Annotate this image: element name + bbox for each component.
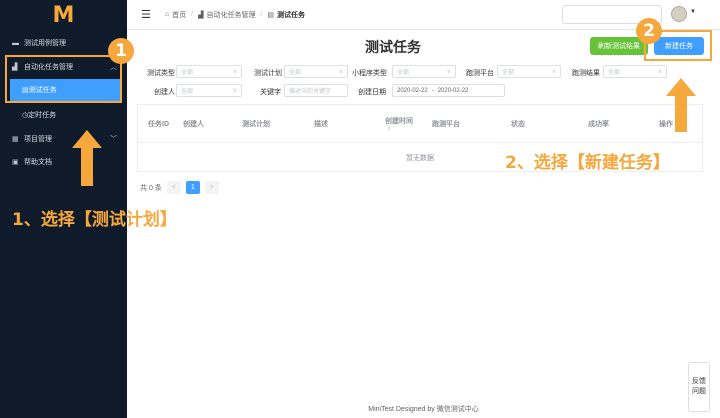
input-placeholder: 描述中的关键字 [289, 89, 332, 95]
date-range-picker[interactable]: 2020-02-22 - 2020-02-22 [392, 84, 505, 97]
date-end: 2020-02-22 [437, 87, 469, 94]
sidebar-item-label: 帮助文档 [24, 159, 52, 166]
chart-icon: ▟ [198, 11, 204, 19]
grid-icon: ▦ [12, 136, 19, 143]
platform-select[interactable]: 全部 ∨ [497, 65, 561, 78]
step-badge-1: 1 [108, 38, 134, 64]
test-type-select[interactable]: 全部 ∨ [176, 65, 242, 78]
filter-label-test-plan: 测试计划 [254, 70, 282, 77]
home-icon: ⌂ [164, 11, 170, 18]
page-title: 测试任务 [365, 39, 421, 55]
sort-icon[interactable]: ⇕ [387, 126, 391, 132]
next-page-button[interactable]: > [204, 181, 219, 194]
date-start: 2020-02-22 [397, 87, 428, 94]
sidebar-item-help-docs[interactable]: ▣ 帮助文档 [0, 151, 127, 173]
sidebar-item-label: 定时任务 [28, 112, 57, 119]
chevron-down-icon: ﹀ [110, 136, 117, 143]
select-placeholder: 全部 [502, 70, 515, 76]
feedback-button[interactable]: 反馈问题 [688, 362, 710, 412]
filter-label-keyword: 关键字 [260, 89, 281, 96]
pagination: 共 0 条 < 1 > [140, 181, 219, 194]
sidebar-item-label: 项目管理 [24, 136, 52, 143]
miniprogram-type-select[interactable]: 全部 ∨ [392, 65, 456, 78]
top-header: ☰ ⌂ 首页 / ▟ 自动化任务管理 / ▤ 测试任务 ▼ [127, 0, 720, 30]
select-placeholder: 全部 [397, 70, 410, 76]
result-select[interactable]: 全部 ∨ [603, 65, 667, 78]
chevron-down-icon: ∨ [232, 69, 237, 75]
avatar[interactable] [671, 6, 687, 22]
menu-toggle-icon[interactable]: ☰ [141, 8, 151, 21]
breadcrumb-home[interactable]: 首页 [172, 10, 186, 20]
breadcrumb-current: 测试任务 [277, 11, 306, 19]
column-created-time[interactable]: 创建时间 ⇕ [385, 105, 413, 143]
filter-label-test-type: 测试类型 [147, 70, 175, 77]
footer: MiniTest Designed by 微信测试中心 [368, 406, 479, 413]
filter-label-platform: 跑测平台 [466, 70, 494, 77]
chevron-down-icon: ∨ [551, 69, 556, 75]
creator-select[interactable]: 全部 ∨ [176, 84, 242, 97]
doc-icon: ▣ [12, 159, 19, 166]
select-placeholder: 全部 [181, 89, 194, 95]
column-description: 描述 [314, 121, 328, 128]
chevron-down-icon: ∨ [446, 69, 451, 75]
column-platform: 跑测平台 [432, 121, 460, 128]
caret-down-icon[interactable]: ▼ [690, 9, 696, 15]
filter-label-created-date: 创建日期 [358, 89, 386, 96]
filter-label-miniprogram-type: 小程序类型 [352, 70, 387, 77]
step-2-instruction: 2、选择【新建任务】 [505, 153, 670, 173]
chevron-down-icon: ∨ [338, 69, 343, 75]
filter-label-result: 跑测结果 [572, 70, 600, 77]
step-1-instruction: 1、选择【测试计划】 [12, 210, 177, 230]
prev-page-button[interactable]: < [166, 181, 181, 194]
column-label: 创建时间 [385, 118, 413, 125]
column-test-plan: 测试计划 [242, 121, 270, 128]
table-header: 任务ID 创建人 测试计划 描述 创建时间 ⇕ 跑测平台 状态 成功率 操作 [138, 105, 702, 143]
total-count: 共 0 条 [140, 184, 162, 192]
breadcrumb-automation[interactable]: 自动化任务管理 [206, 10, 255, 20]
arrow-up-icon [72, 130, 102, 186]
highlight-box-test-plan [5, 55, 122, 103]
date-range-separator: - [431, 87, 434, 94]
column-creator: 创建人 [183, 121, 204, 128]
select-placeholder: 全部 [608, 70, 621, 76]
folder-icon: ▬ [12, 39, 19, 47]
chevron-down-icon: ∨ [232, 88, 237, 94]
select-placeholder: 全部 [289, 70, 302, 76]
test-plan-select[interactable]: 全部 ∨ [284, 65, 348, 78]
sidebar-item-scheduled-task[interactable]: ◷ 定时任务 [10, 104, 120, 126]
page-1-button[interactable]: 1 [185, 181, 200, 194]
app-logo: M [52, 2, 75, 28]
column-task-id: 任务ID [148, 121, 169, 128]
column-status: 状态 [511, 121, 525, 128]
sidebar-item-label: 测试用例管理 [24, 40, 66, 47]
breadcrumb: ⌂ 首页 / ▟ 自动化任务管理 / ▤ 测试任务 [164, 10, 306, 20]
select-placeholder: 全部 [181, 70, 194, 76]
sidebar-item-project-management[interactable]: ▦ 项目管理 ﹀ [0, 128, 127, 150]
arrow-up-icon [666, 78, 696, 132]
book-icon: ▤ [267, 11, 275, 19]
filter-label-creator: 创建人 [154, 89, 175, 96]
chevron-down-icon: ∨ [657, 69, 662, 75]
keyword-input[interactable]: 描述中的关键字 [284, 84, 348, 97]
step-badge-2: 2 [636, 18, 662, 44]
column-success-rate: 成功率 [588, 121, 609, 128]
